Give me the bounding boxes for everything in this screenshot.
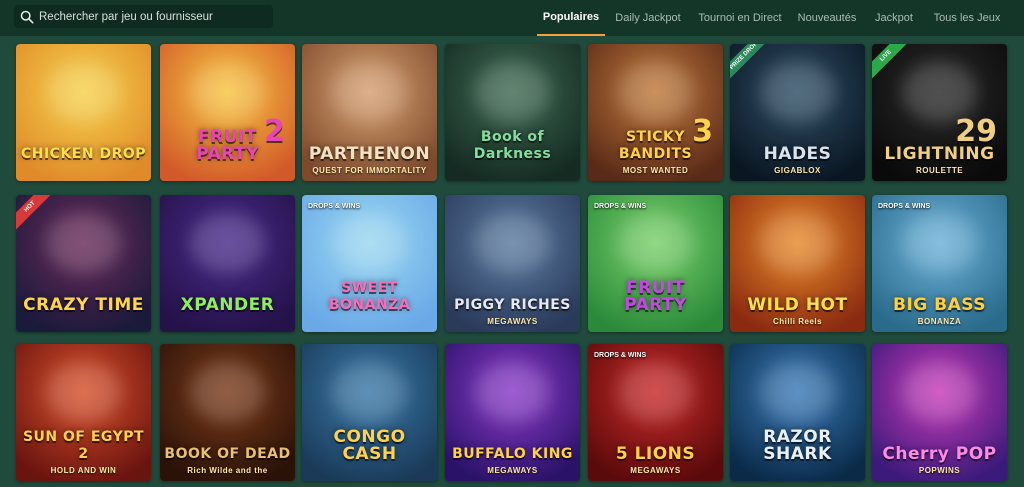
game-tile[interactable]: XPANDER <box>160 195 295 332</box>
game-badge: HOT <box>16 195 55 232</box>
game-art-decoration <box>760 213 835 273</box>
game-art-decoration <box>332 213 407 273</box>
game-tile[interactable]: 3 STICKY BANDITS MOST WANTED <box>588 44 723 181</box>
game-art-decoration <box>332 62 407 122</box>
drops-wins-badge: DROPS & WINS <box>594 203 647 210</box>
game-subtitle: HOLD AND WIN <box>50 466 117 475</box>
game-tile[interactable]: Book of Darkness <box>445 44 580 181</box>
game-art-decoration <box>760 362 835 422</box>
game-art-decoration <box>618 213 693 273</box>
game-art-decoration <box>902 213 977 273</box>
drops-wins-badge: DROPS & WINS <box>594 352 647 359</box>
game-subtitle: GIGABLOX <box>774 166 821 175</box>
game-tile[interactable]: DROPS & WINS BIG BASS BONANZA <box>872 195 1007 332</box>
game-tile[interactable]: DROPS & WINS SWEET BONANZA <box>302 195 437 332</box>
game-title: XPANDER <box>180 295 275 315</box>
game-art-decoration <box>475 362 550 422</box>
tab-daily-jackpot[interactable]: Daily Jackpot <box>611 0 685 36</box>
game-title: SUN OF EGYPT 2 <box>22 429 145 462</box>
game-title: BIG BASS <box>893 295 986 315</box>
game-badge: LIVE <box>872 44 911 81</box>
game-title: BOOK OF DEAD <box>164 446 291 462</box>
game-art-decoration <box>902 362 977 422</box>
game-title: CONGO CASH <box>333 427 406 464</box>
tab-jackpot[interactable]: Jackpot <box>869 0 919 36</box>
game-art-decoration <box>46 62 121 122</box>
game-tile[interactable]: DROPS & WINS FRUIT PARTY <box>588 195 723 332</box>
drops-wins-badge: DROPS & WINS <box>308 203 361 210</box>
game-title: RAZOR SHARK <box>763 427 832 464</box>
game-title: HADES <box>763 144 832 164</box>
game-title: FRUIT PARTY <box>624 278 687 315</box>
game-art-decoration <box>190 62 265 122</box>
search-input[interactable] <box>39 10 269 23</box>
game-title: 5 LIONS <box>615 444 696 464</box>
game-subtitle: BONANZA <box>917 317 962 326</box>
search-icon <box>20 10 34 23</box>
game-tile[interactable]: WILD HOT Chilli Reels <box>730 195 865 332</box>
game-tile[interactable]: PARTHENON QUEST FOR IMMORTALITY <box>302 44 437 181</box>
game-tile[interactable]: PIGGY RICHES MEGAWAYS <box>445 195 580 332</box>
drops-wins-badge: DROPS & WINS <box>878 203 931 210</box>
game-art-decoration <box>46 362 121 422</box>
game-tile[interactable]: BOOK OF DEAD Rich Wilde and the <box>160 344 295 481</box>
game-art-decoration <box>618 62 693 122</box>
game-tile[interactable]: BUFFALO KING MEGAWAYS <box>445 344 580 481</box>
search-box[interactable] <box>14 5 273 28</box>
game-tile[interactable]: Cherry POP POPWINS <box>872 344 1007 481</box>
game-title: PARTHENON <box>308 144 431 164</box>
game-title: SWEET BONANZA <box>328 280 411 313</box>
game-title: STICKY BANDITS <box>618 129 693 162</box>
game-subtitle: MEGAWAYS <box>487 466 538 475</box>
game-art-decoration <box>475 62 550 122</box>
game-tile[interactable]: RAZOR SHARK <box>730 344 865 481</box>
game-title: PIGGY RICHES <box>454 297 571 313</box>
game-tile[interactable]: SUN OF EGYPT 2 HOLD AND WIN <box>16 344 151 481</box>
top-bar: Populaires Daily Jackpot Tournoi en Dire… <box>0 0 1024 36</box>
game-title: Cherry POP <box>882 444 997 464</box>
game-art-decoration <box>46 213 121 273</box>
game-art-decoration <box>902 62 977 122</box>
game-title: CHICKEN DROP <box>20 146 147 162</box>
tab-populaires[interactable]: Populaires <box>537 0 605 36</box>
game-tile[interactable]: CHICKEN DROP <box>16 44 151 181</box>
game-tile[interactable]: CONGO CASH <box>302 344 437 481</box>
game-art-decoration <box>475 213 550 273</box>
game-title: FRUIT PARTY <box>196 127 259 164</box>
game-tile[interactable]: DROPS & WINS 5 LIONS MEGAWAYS <box>588 344 723 481</box>
tab-tournoi-en-direct[interactable]: Tournoi en Direct <box>694 0 786 36</box>
game-subtitle: POPWINS <box>918 466 961 475</box>
tab-nouveautes[interactable]: Nouveautés <box>794 0 860 36</box>
game-art-decoration <box>190 362 265 422</box>
game-tile[interactable]: 2 FRUIT PARTY <box>160 44 295 181</box>
game-art-decoration <box>190 213 265 273</box>
game-title: CRAZY TIME <box>23 295 144 315</box>
tab-tous-les-jeux[interactable]: Tous les Jeux <box>929 0 1005 36</box>
game-art-decoration <box>618 362 693 422</box>
game-subtitle: Rich Wilde and the <box>187 466 268 475</box>
game-badge: PRIZE DROP <box>730 44 769 81</box>
game-art-decoration <box>332 362 407 422</box>
game-art-decoration <box>760 62 835 122</box>
game-subtitle: MOST WANTED <box>622 166 689 175</box>
game-title: WILD HOT <box>747 295 848 315</box>
game-title: LIGHTNING <box>884 144 995 164</box>
game-title: BUFFALO KING <box>452 446 573 462</box>
game-subtitle: MEGAWAYS <box>630 466 681 475</box>
game-title: Book of Darkness <box>473 129 552 162</box>
game-subtitle: Chilli Reels <box>772 317 823 326</box>
game-tile[interactable]: PRIZE DROP HADES GIGABLOX <box>730 44 865 181</box>
game-subtitle: ROULETTE <box>915 166 964 175</box>
game-tile[interactable]: LIVE 29 LIGHTNING ROULETTE <box>872 44 1007 181</box>
game-tile[interactable]: HOT CRAZY TIME <box>16 195 151 332</box>
game-subtitle: MEGAWAYS <box>487 317 538 326</box>
game-subtitle: QUEST FOR IMMORTALITY <box>312 166 427 175</box>
